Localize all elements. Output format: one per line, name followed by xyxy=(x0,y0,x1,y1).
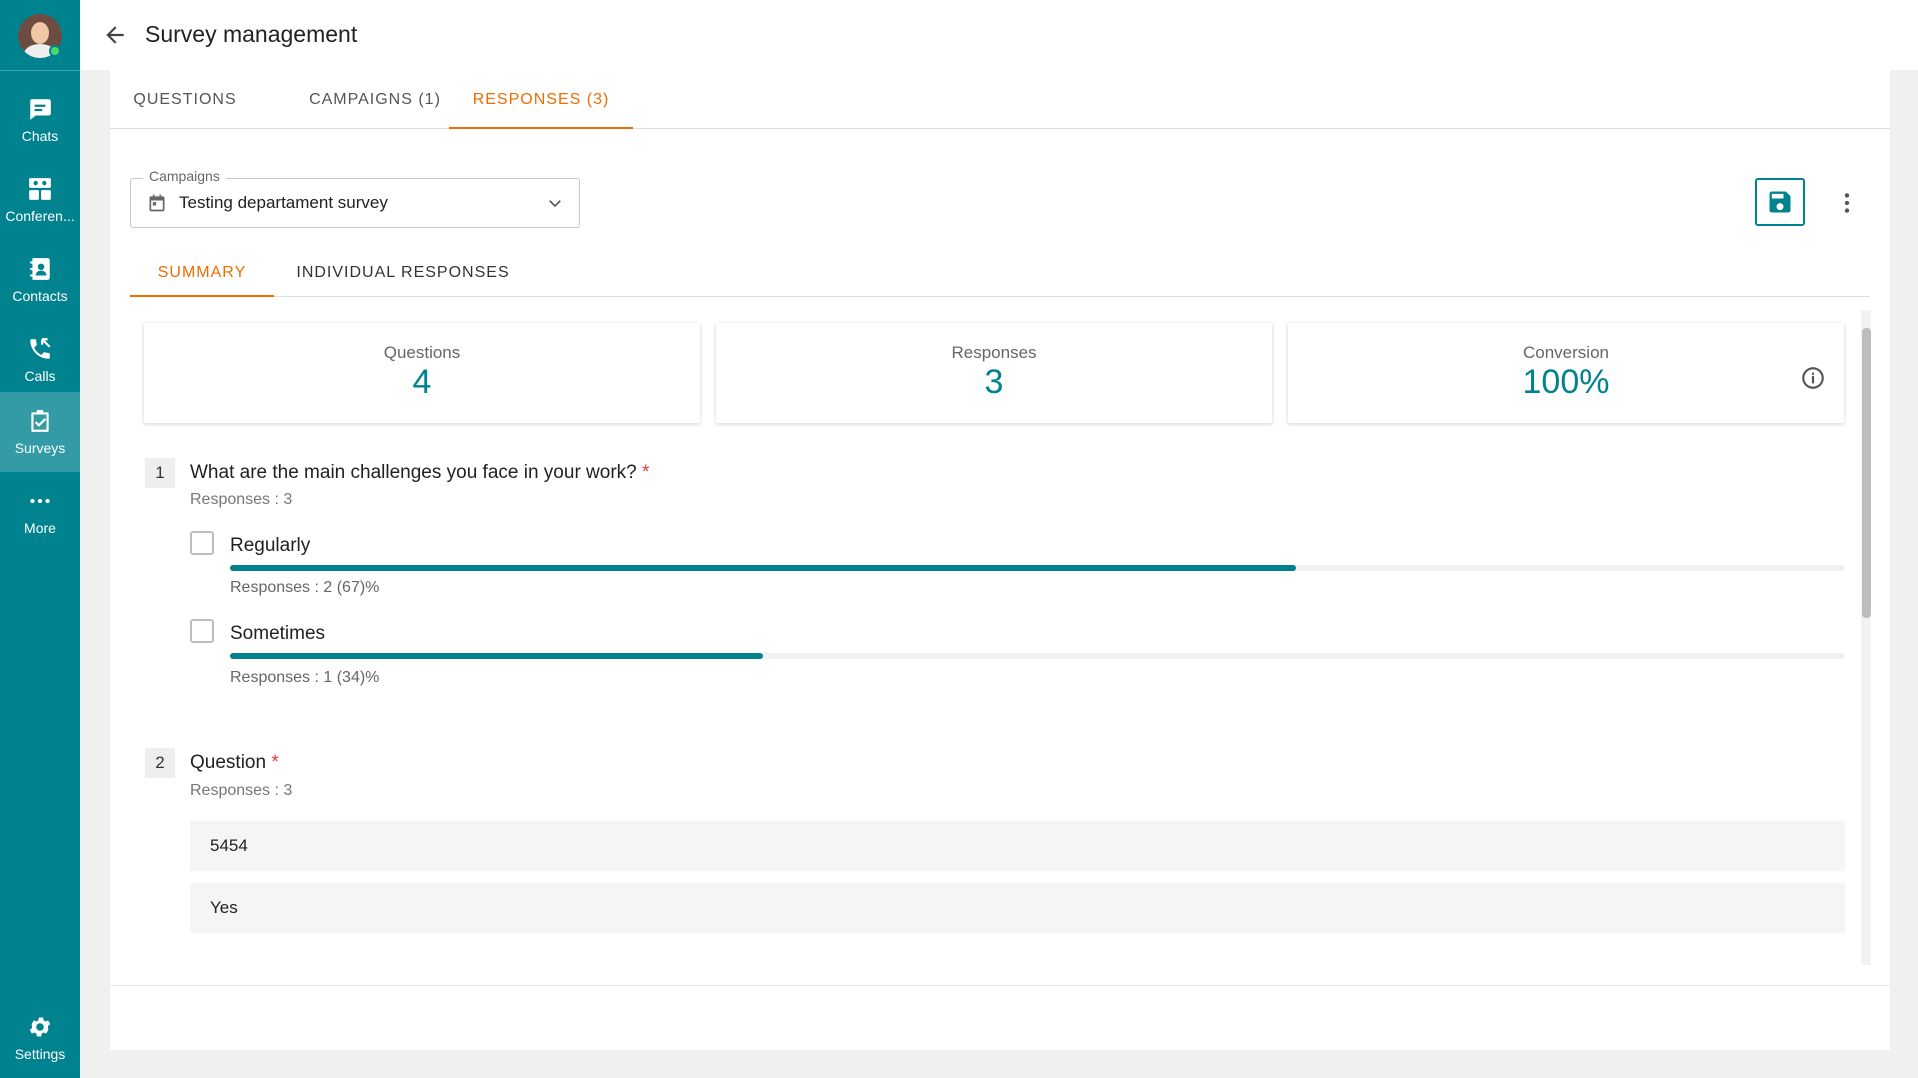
calendar-icon xyxy=(147,193,167,213)
question-number: 1 xyxy=(145,458,175,488)
content-scrollbar-thumb[interactable] xyxy=(1862,328,1871,618)
sidebar-item-calls[interactable]: Calls xyxy=(0,320,80,400)
option-stats: Responses : 2 (67)% xyxy=(230,579,380,596)
campaign-select-label: Campaigns xyxy=(143,168,226,184)
conference-icon xyxy=(29,178,51,200)
save-icon xyxy=(1769,191,1791,213)
sidebar-item-label: Conferen... xyxy=(5,208,75,224)
option-label: Regularly xyxy=(230,535,311,556)
sidebar-divider xyxy=(0,70,80,71)
question-number: 2 xyxy=(145,748,175,778)
stat-label: Questions xyxy=(383,343,461,362)
question-response-count: Responses : 3 xyxy=(190,491,293,508)
sidebar-item-contacts[interactable]: Contacts xyxy=(0,240,80,320)
tab-individual-responses[interactable]: INDIVIDUAL RESPONSES xyxy=(286,248,520,297)
phone-icon xyxy=(30,338,51,359)
more-vertical-icon xyxy=(1844,193,1850,213)
clipboard-check-icon xyxy=(31,410,49,432)
option-label: Sometimes xyxy=(230,623,326,644)
option-progress-track xyxy=(230,653,1845,659)
top-tabs: QUESTIONS CAMPAIGNS (1) RESPONSES (3) xyxy=(110,70,1890,129)
tab-campaigns[interactable]: CAMPAIGNS (1) xyxy=(280,70,470,129)
app-header: Survey management xyxy=(80,0,1918,70)
more-horizontal-icon xyxy=(30,498,50,504)
campaign-select[interactable]: Campaigns Testing departament survey xyxy=(130,168,580,228)
option-checkbox[interactable] xyxy=(190,619,214,643)
question-response-count: Responses : 3 xyxy=(190,782,293,799)
text-answer: 5454 xyxy=(190,821,1845,871)
stat-label: Responses xyxy=(951,343,1037,362)
option-progress-fill xyxy=(230,565,1296,571)
option-progress-fill xyxy=(230,653,763,659)
tab-questions[interactable]: QUESTIONS xyxy=(110,70,260,129)
sidebar-item-label: Chats xyxy=(21,128,59,144)
page-title: Survey management xyxy=(145,21,358,47)
question-title: Question * xyxy=(190,752,279,774)
arrow-left-icon xyxy=(106,26,124,44)
campaign-select-value: Testing departament survey xyxy=(179,193,388,212)
contacts-icon xyxy=(30,258,50,280)
stat-card-questions: Questions 4 xyxy=(144,323,700,423)
question-title-text: Question xyxy=(190,752,267,773)
more-options-button[interactable] xyxy=(1832,188,1862,218)
sub-tabs: SUMMARY INDIVIDUAL RESPONSES xyxy=(130,248,1870,297)
question-title: What are the main challenges you face in… xyxy=(190,462,649,484)
chat-icon xyxy=(30,99,51,120)
save-button[interactable] xyxy=(1755,178,1805,226)
sidebar-item-label: Surveys xyxy=(14,440,66,456)
chevron-down-icon xyxy=(545,193,565,213)
option-stats: Responses : 1 (34)% xyxy=(230,669,380,686)
option-progress-track xyxy=(230,565,1845,571)
tab-summary[interactable]: SUMMARY xyxy=(130,248,274,297)
sidebar: Chats Conferen... Contacts Calls Surveys… xyxy=(0,0,80,1078)
sidebar-item-more[interactable]: More xyxy=(0,472,80,552)
sidebar-item-conferences[interactable]: Conferen... xyxy=(0,160,80,240)
sidebar-item-surveys[interactable]: Surveys xyxy=(0,392,80,472)
stat-card-conversion: Conversion 100% xyxy=(1288,323,1844,423)
sidebar-item-label: Contacts xyxy=(12,288,68,304)
online-status-dot xyxy=(49,45,61,57)
stat-label: Conversion xyxy=(1523,343,1609,362)
gear-icon xyxy=(29,1017,51,1037)
sidebar-item-label: Settings xyxy=(14,1046,66,1062)
stat-card-responses: Responses 3 xyxy=(716,323,1272,423)
back-button[interactable] xyxy=(102,22,128,48)
text-answer: Yes xyxy=(190,883,1845,933)
sidebar-item-chats[interactable]: Chats xyxy=(0,80,80,160)
tab-responses[interactable]: RESPONSES (3) xyxy=(449,70,633,129)
main-panel: QUESTIONS CAMPAIGNS (1) RESPONSES (3) Ca… xyxy=(110,70,1890,1050)
content-divider xyxy=(110,985,1890,986)
sidebar-item-settings[interactable]: Settings xyxy=(0,998,80,1078)
info-icon[interactable] xyxy=(1800,365,1826,391)
stat-value: 100% xyxy=(1522,363,1610,401)
sidebar-item-label: More xyxy=(24,520,56,536)
stat-value: 3 xyxy=(984,363,1004,401)
required-mark: * xyxy=(271,752,279,773)
stat-value: 4 xyxy=(412,363,432,401)
summary-content: Questions 4 Responses 3 Conversion 100% … xyxy=(130,310,1870,965)
sidebar-item-label: Calls xyxy=(24,368,56,384)
question-title-text: What are the main challenges you face in… xyxy=(190,462,637,483)
required-mark: * xyxy=(642,462,650,483)
option-checkbox[interactable] xyxy=(190,531,214,555)
